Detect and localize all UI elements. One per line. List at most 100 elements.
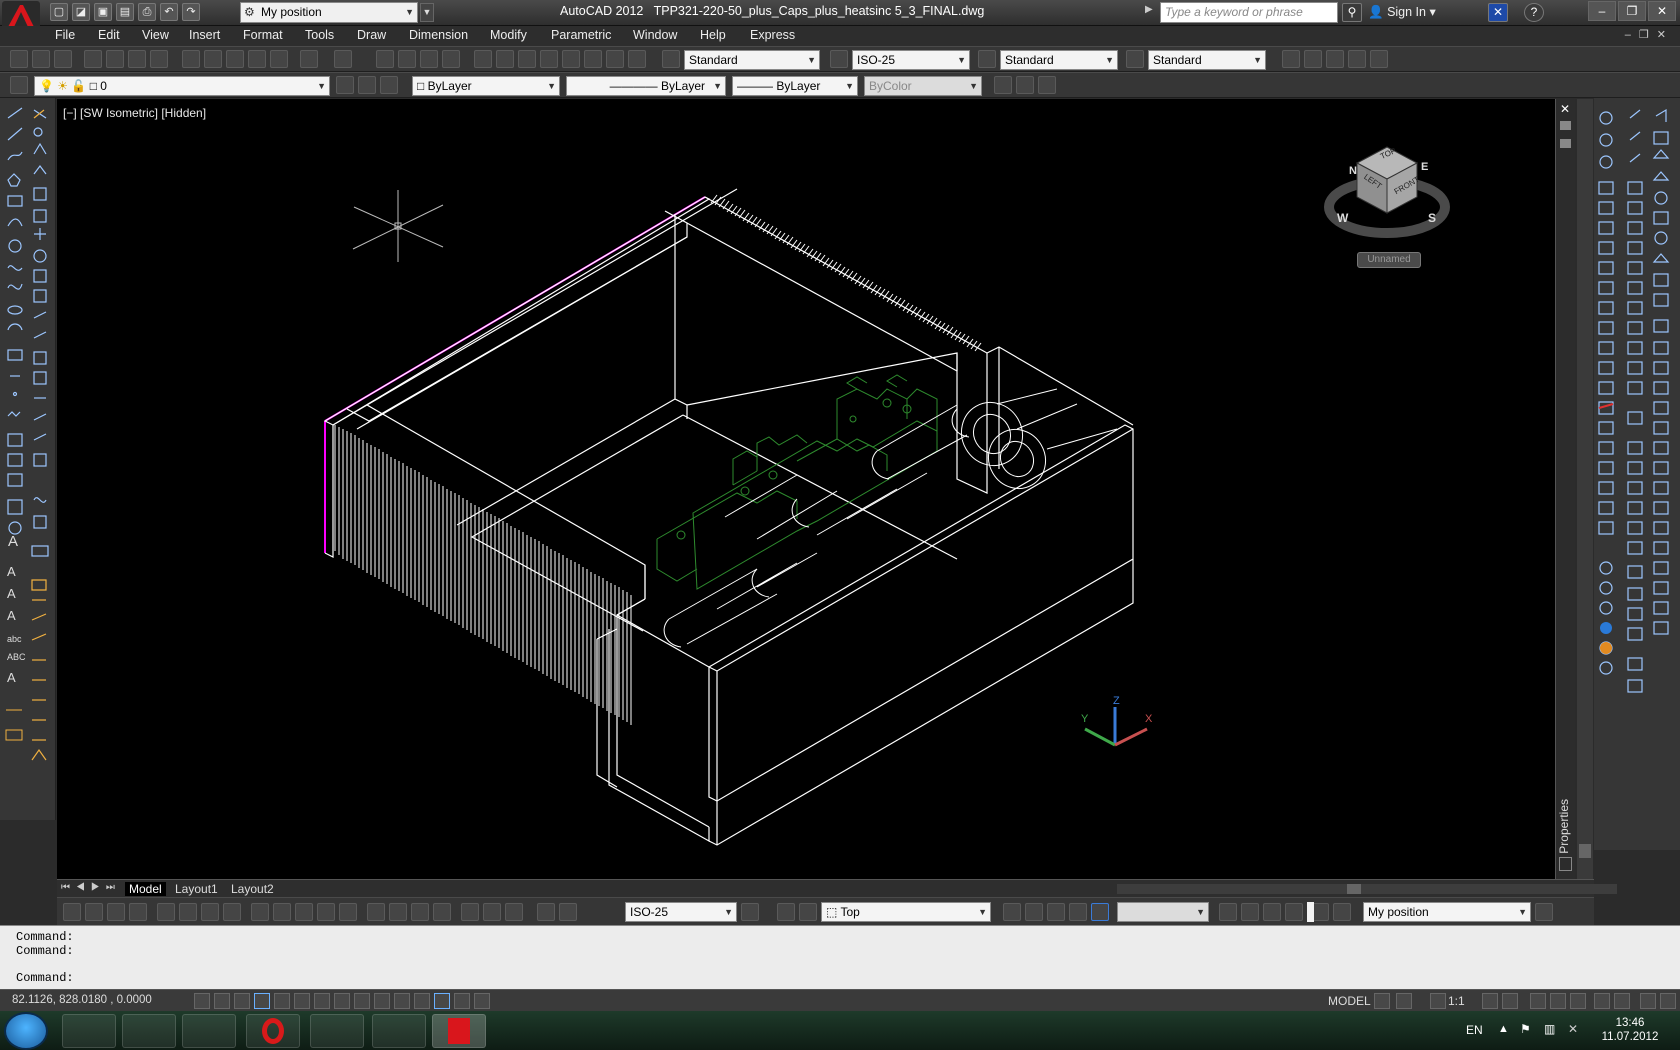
status-menu-icon[interactable] [1640, 993, 1656, 1009]
view-select[interactable]: ⬚ Top ▼ [821, 902, 991, 922]
workspace-gear-icon[interactable] [1535, 903, 1553, 921]
scrollbar-thumb[interactable] [1347, 884, 1361, 894]
undo-icon[interactable] [300, 50, 318, 68]
center-mark-icon[interactable] [389, 903, 407, 921]
infer-constraints-icon[interactable] [194, 993, 210, 1009]
show-hidden-icons-icon[interactable]: ▲ [1498, 1023, 1509, 1035]
dimstyle-manager-icon[interactable] [741, 903, 759, 921]
snap-icon[interactable] [214, 993, 230, 1009]
auto-scale-icon[interactable] [1502, 993, 1518, 1009]
start-button[interactable] [4, 1012, 48, 1050]
3d-osnap-icon[interactable] [314, 993, 330, 1009]
open-file-icon[interactable]: ◪ [72, 3, 90, 21]
search-expand-icon[interactable]: ▶ [1145, 4, 1153, 15]
viewcube-west-label[interactable]: W [1337, 211, 1348, 225]
coordinates-readout[interactable]: 82.1126, 828.0180 , 0.0000 [12, 994, 152, 1006]
menu-parametric[interactable]: Parametric [551, 28, 611, 42]
dyn-icon[interactable] [374, 993, 390, 1009]
remove-leader-icon[interactable] [1326, 50, 1344, 68]
menu-tools[interactable]: Tools [305, 28, 334, 42]
draw-modify-tool-icons[interactable]: . AAAabc ABCA A [0, 98, 56, 820]
block-editor-icon[interactable] [270, 50, 288, 68]
design-center-icon[interactable] [496, 50, 514, 68]
polar-icon[interactable] [274, 993, 290, 1009]
pan-icon[interactable] [376, 50, 394, 68]
workspace-1-icon[interactable] [1219, 903, 1237, 921]
named-views-icon[interactable] [799, 903, 817, 921]
sc-icon[interactable] [454, 993, 470, 1009]
action-center-icon[interactable]: ⚑ [1520, 1022, 1531, 1036]
linetype-select[interactable]: ———— ByLayer ▼ [566, 76, 726, 96]
dim-edit-icon[interactable] [461, 903, 479, 921]
command-prompt[interactable]: Command: [16, 971, 74, 985]
preview-icon[interactable] [106, 50, 124, 68]
plot-icon[interactable] [84, 50, 102, 68]
am-icon[interactable] [474, 993, 490, 1009]
workspace-dropdown[interactable]: ⚙ My position ▼ [240, 2, 418, 23]
opera-icon[interactable] [246, 1014, 300, 1048]
toolbar-lock-icon[interactable] [1550, 993, 1566, 1009]
auto-hide-icon[interactable] [1560, 121, 1571, 130]
linear-dim-icon[interactable] [63, 903, 81, 921]
viewcube-south-label[interactable]: S [1428, 211, 1436, 225]
annotation-scale-icon[interactable] [1430, 993, 1446, 1009]
convert-viewport-icon[interactable] [1069, 903, 1087, 921]
workspace-3-icon[interactable] [1263, 903, 1281, 921]
properties-palette[interactable]: ✕ Properties [1555, 99, 1575, 879]
quick-select-icon[interactable] [1559, 857, 1572, 871]
ducs-icon[interactable] [354, 993, 370, 1009]
quick-dim-icon[interactable] [251, 903, 269, 921]
lineweight-select[interactable]: ——— ByLayer ▼ [732, 76, 858, 96]
annotation-visibility-icon[interactable] [1482, 993, 1498, 1009]
hardware-acceleration-icon[interactable] [1570, 993, 1586, 1009]
angular-icon[interactable] [223, 903, 241, 921]
mleader-icon[interactable] [1282, 50, 1300, 68]
zoom-realtime-icon[interactable] [398, 50, 416, 68]
network-icon[interactable]: ▥ [1544, 1022, 1555, 1036]
recycle-icon[interactable] [372, 1014, 426, 1048]
layer-properties-icon[interactable] [10, 76, 28, 94]
otrack-icon[interactable] [334, 993, 350, 1009]
osnap-icon[interactable] [294, 993, 310, 1009]
restore-button[interactable]: ❐ [1618, 1, 1646, 21]
menu-view[interactable]: View [142, 28, 169, 42]
baseline-icon[interactable] [273, 903, 291, 921]
dim-style-select[interactable]: ISO-25 ▼ [852, 50, 970, 70]
free-orbit-icon[interactable] [1016, 76, 1034, 94]
dim-text-edit-icon[interactable] [483, 903, 501, 921]
3d-print-icon[interactable] [150, 50, 168, 68]
drawing-viewport[interactable]: [−] [SW Isometric] [Hidden] TOP LEFT FRO… [57, 99, 1555, 879]
sheet-set-icon[interactable] [540, 50, 558, 68]
viewport-scale-select[interactable]: ▼ [1117, 902, 1209, 922]
qnew-icon[interactable] [10, 50, 28, 68]
autocad-taskbar-icon[interactable] [432, 1014, 486, 1048]
ordinate-icon[interactable] [129, 903, 147, 921]
paint-icon[interactable] [310, 1014, 364, 1048]
print-icon[interactable]: ⎙ [138, 3, 156, 21]
viewports-icon[interactable] [1003, 903, 1021, 921]
inspection-icon[interactable] [411, 903, 429, 921]
dim-space-icon[interactable] [317, 903, 335, 921]
media-player-icon[interactable] [182, 1014, 236, 1048]
zoom-previous-icon[interactable] [442, 50, 460, 68]
close-icon[interactable]: ✕ [1560, 102, 1570, 116]
horizontal-scrollbar[interactable] [1117, 884, 1617, 894]
continue-icon[interactable] [295, 903, 313, 921]
3d-tool-icons[interactable] [1594, 98, 1680, 850]
qat-customize-button[interactable]: ▼ [420, 3, 434, 22]
single-viewport-icon[interactable] [1025, 903, 1043, 921]
menu-insert[interactable]: Insert [189, 28, 220, 42]
align-leader-icon[interactable] [1348, 50, 1366, 68]
tab-layout2[interactable]: Layout2 [231, 882, 274, 896]
diameter-icon[interactable] [201, 903, 219, 921]
menu-express[interactable]: Express [750, 28, 795, 42]
menu-dimension[interactable]: Dimension [409, 28, 468, 42]
dim-update-icon[interactable] [505, 903, 523, 921]
workspace-settings-icon[interactable] [1333, 903, 1351, 921]
continuous-orbit-icon[interactable] [1038, 76, 1056, 94]
minimize-button[interactable]: ‒ [1588, 1, 1616, 21]
table-style-select[interactable]: Standard ▼ [1000, 50, 1118, 70]
save-icon[interactable]: ▣ [94, 3, 112, 21]
command-line[interactable]: Command: Command: Command: [0, 925, 1680, 989]
transparency-icon[interactable] [414, 993, 430, 1009]
